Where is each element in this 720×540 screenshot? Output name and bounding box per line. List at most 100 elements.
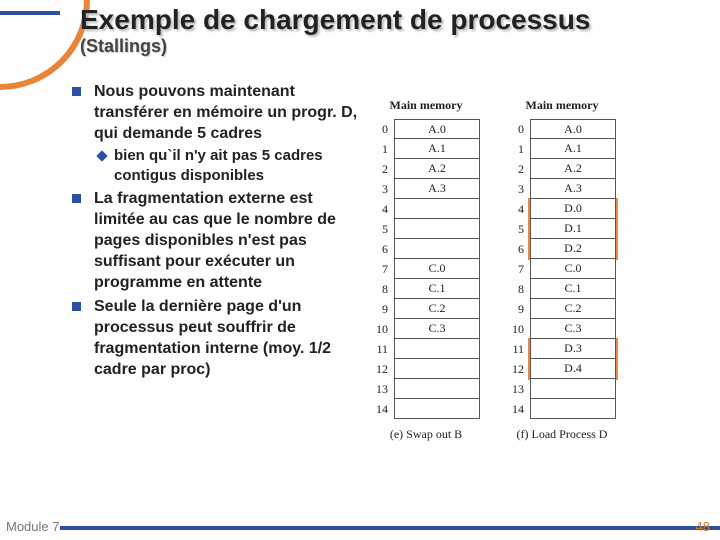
table-row: 0A.0 bbox=[508, 119, 616, 139]
memory-cell: C.1 bbox=[530, 279, 616, 299]
table-row: 4 bbox=[372, 199, 480, 219]
memory-cell: A.2 bbox=[530, 159, 616, 179]
memory-cell: C.1 bbox=[394, 279, 480, 299]
memory-cell: C.0 bbox=[394, 259, 480, 279]
row-index: 12 bbox=[372, 362, 394, 377]
row-index: 2 bbox=[508, 162, 530, 177]
footer-module: Module 7 bbox=[6, 519, 59, 534]
row-index: 6 bbox=[372, 242, 394, 257]
memory-cell bbox=[394, 359, 480, 379]
footer-page-number: 48 bbox=[696, 519, 710, 534]
row-index: 1 bbox=[508, 142, 530, 157]
table-row: 10C.3 bbox=[508, 319, 616, 339]
figure-right: Main memory 0A.01A.12A.23A.34D.05D.16D.2… bbox=[508, 98, 616, 442]
table-row: 13 bbox=[508, 379, 616, 399]
memory-cell: D.4 bbox=[530, 359, 616, 379]
table-row: 13 bbox=[372, 379, 480, 399]
row-index: 2 bbox=[372, 162, 394, 177]
figure-left-title: Main memory bbox=[372, 98, 480, 113]
figure-right-caption: (f) Load Process D bbox=[508, 427, 616, 442]
table-row: 9C.2 bbox=[508, 299, 616, 319]
row-index: 14 bbox=[508, 402, 530, 417]
row-index: 8 bbox=[372, 282, 394, 297]
figure-left-caption: (e) Swap out B bbox=[372, 427, 480, 442]
row-index: 7 bbox=[372, 262, 394, 277]
memory-cell: A.2 bbox=[394, 159, 480, 179]
row-index: 0 bbox=[508, 122, 530, 137]
memory-cell: A.0 bbox=[530, 119, 616, 139]
memory-cell: C.0 bbox=[530, 259, 616, 279]
table-row: 1A.1 bbox=[372, 139, 480, 159]
row-index: 5 bbox=[372, 222, 394, 237]
memory-cell: D.0 bbox=[530, 199, 616, 219]
slide-subtitle: (Stallings) bbox=[80, 36, 167, 57]
bottom-accent-line bbox=[60, 526, 720, 530]
table-row: 14 bbox=[372, 399, 480, 419]
body-text: Nous pouvons maintenant transférer en mé… bbox=[72, 82, 362, 385]
memory-cell bbox=[394, 339, 480, 359]
memory-cell bbox=[394, 399, 480, 419]
top-accent-line bbox=[0, 11, 60, 15]
bullet-3: Seule la dernière page d'un processus pe… bbox=[72, 297, 362, 380]
table-row: 11 bbox=[372, 339, 480, 359]
row-index: 11 bbox=[508, 342, 530, 357]
table-row: 14 bbox=[508, 399, 616, 419]
table-row: 7C.0 bbox=[508, 259, 616, 279]
table-row: 9C.2 bbox=[372, 299, 480, 319]
row-index: 1 bbox=[372, 142, 394, 157]
table-row: 5D.1 bbox=[508, 219, 616, 239]
table-row: 8C.1 bbox=[372, 279, 480, 299]
memory-cell: A.1 bbox=[530, 139, 616, 159]
memory-cell bbox=[394, 379, 480, 399]
row-index: 3 bbox=[372, 182, 394, 197]
memory-cell: A.3 bbox=[530, 179, 616, 199]
bullet-1-text: Nous pouvons maintenant transférer en mé… bbox=[94, 83, 357, 142]
bullet-1: Nous pouvons maintenant transférer en mé… bbox=[72, 82, 362, 185]
memory-cell bbox=[394, 199, 480, 219]
row-index: 13 bbox=[372, 382, 394, 397]
table-row: 12D.4 bbox=[508, 359, 616, 379]
table-row: 3A.3 bbox=[508, 179, 616, 199]
table-row: 11D.3 bbox=[508, 339, 616, 359]
memory-cell: A.3 bbox=[394, 179, 480, 199]
memory-figures: Main memory 0A.01A.12A.23A.34567C.08C.19… bbox=[372, 98, 712, 442]
table-row: 2A.2 bbox=[508, 159, 616, 179]
slide-title: Exemple de chargement de processus bbox=[80, 4, 590, 36]
memory-cell: C.3 bbox=[394, 319, 480, 339]
memory-cell: A.0 bbox=[394, 119, 480, 139]
memory-cell bbox=[394, 219, 480, 239]
table-row: 6D.2 bbox=[508, 239, 616, 259]
table-row: 12 bbox=[372, 359, 480, 379]
memory-cell: A.1 bbox=[394, 139, 480, 159]
memory-cell bbox=[530, 399, 616, 419]
bullet-1-sub: bien qu`il n'y ait pas 5 cadres contigus… bbox=[94, 146, 362, 185]
memory-cell: C.3 bbox=[530, 319, 616, 339]
bullet-2: La fragmentation externe est limitée au … bbox=[72, 189, 362, 293]
table-row: 2A.2 bbox=[372, 159, 480, 179]
memory-cell bbox=[530, 379, 616, 399]
row-index: 10 bbox=[372, 322, 394, 337]
row-index: 10 bbox=[508, 322, 530, 337]
table-row: 6 bbox=[372, 239, 480, 259]
row-index: 9 bbox=[508, 302, 530, 317]
table-row: 10C.3 bbox=[372, 319, 480, 339]
row-index: 12 bbox=[508, 362, 530, 377]
memory-table-right: 0A.01A.12A.23A.34D.05D.16D.27C.08C.19C.2… bbox=[508, 119, 616, 419]
row-index: 5 bbox=[508, 222, 530, 237]
row-index: 4 bbox=[508, 202, 530, 217]
table-row: 0A.0 bbox=[372, 119, 480, 139]
row-index: 3 bbox=[508, 182, 530, 197]
row-index: 4 bbox=[372, 202, 394, 217]
memory-cell: C.2 bbox=[394, 299, 480, 319]
table-row: 7C.0 bbox=[372, 259, 480, 279]
row-index: 0 bbox=[372, 122, 394, 137]
row-index: 9 bbox=[372, 302, 394, 317]
memory-cell: D.1 bbox=[530, 219, 616, 239]
memory-cell: C.2 bbox=[530, 299, 616, 319]
row-index: 14 bbox=[372, 402, 394, 417]
row-index: 6 bbox=[508, 242, 530, 257]
table-row: 3A.3 bbox=[372, 179, 480, 199]
row-index: 11 bbox=[372, 342, 394, 357]
figure-right-title: Main memory bbox=[508, 98, 616, 113]
table-row: 8C.1 bbox=[508, 279, 616, 299]
